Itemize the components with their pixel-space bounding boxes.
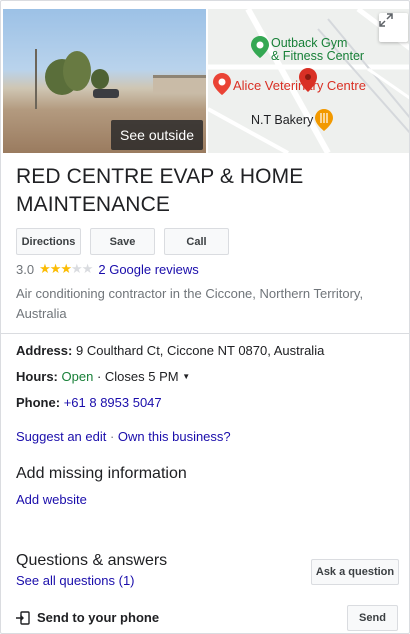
business-name: RED CENTRE EVAP & HOME MAINTENANCE: [16, 165, 304, 216]
save-button[interactable]: Save: [90, 228, 155, 255]
phone-number-link[interactable]: +61 8 8953 5047: [64, 395, 162, 410]
business-photo[interactable]: See outside: [3, 9, 206, 153]
hours-separator: ·: [93, 369, 105, 384]
action-buttons: Directions Save Call: [16, 228, 229, 255]
hours-closes[interactable]: Closes 5 PM: [105, 369, 179, 384]
suggest-edit-link[interactable]: Suggest an edit: [16, 429, 106, 444]
address-row: Address: 9 Coulthard Ct, Ciccone NT 0870…: [16, 343, 324, 358]
add-website-link[interactable]: Add website: [16, 492, 87, 507]
utility-pole: [35, 49, 37, 109]
dropdown-caret-icon[interactable]: ▼: [182, 372, 190, 381]
tree: [91, 69, 109, 89]
edit-links: Suggest an edit · Own this business?: [16, 429, 231, 444]
rating-value: 3.0: [16, 261, 35, 277]
map-thumbnail[interactable]: Outback Gym & Fitness Center Alice Veter…: [208, 9, 409, 153]
phone-label: Phone:: [16, 395, 61, 410]
hours-status: Open: [61, 369, 94, 384]
business-category: Air conditioning contractor in the Cicco…: [16, 286, 364, 321]
address-label: Address:: [16, 343, 73, 358]
hours-label: Hours:: [16, 369, 58, 384]
divider: [1, 333, 409, 334]
reviews-link[interactable]: 2 Google reviews: [98, 262, 198, 277]
header-images: See outside Outback Gym & Fitness Center: [1, 1, 409, 153]
restaurant-pin-icon[interactable]: [315, 109, 333, 131]
see-all-questions-link[interactable]: See all questions (1): [16, 573, 135, 588]
ask-question-button[interactable]: Ask a question: [311, 559, 399, 585]
send-to-phone-label: Send to your phone: [37, 610, 160, 625]
building: [153, 75, 206, 93]
send-to-phone-icon: [16, 610, 30, 625]
address-value[interactable]: 9 Coulthard Ct, Ciccone NT 0870, Austral…: [76, 343, 324, 358]
vet-pin-icon[interactable]: [213, 73, 231, 95]
send-to-phone-row: Send to your phone: [16, 610, 159, 625]
qa-heading: Questions & answers: [16, 552, 168, 569]
rating-row: 3.0 ★★★★★ 2 Google reviews: [16, 261, 199, 277]
gym-pin-icon[interactable]: [251, 36, 269, 58]
tree: [63, 51, 91, 91]
location-pin-icon[interactable]: [299, 68, 317, 92]
directions-button[interactable]: Directions: [16, 228, 81, 255]
knowledge-panel: See outside Outback Gym & Fitness Center: [0, 0, 410, 634]
star-rating-icon: ★★★★★: [39, 261, 93, 276]
gym-map-label-2: & Fitness Center: [271, 49, 365, 63]
car: [93, 89, 119, 98]
hours-row[interactable]: Hours: Open · Closes 5 PM ▼: [16, 369, 190, 384]
own-business-link[interactable]: Own this business?: [118, 429, 231, 444]
send-button[interactable]: Send: [347, 605, 398, 631]
expand-icon: [379, 13, 393, 27]
missing-info-heading: Add missing information: [16, 465, 187, 482]
see-outside-button[interactable]: See outside: [111, 120, 203, 150]
phone-row: Phone: +61 8 8953 5047: [16, 395, 162, 410]
call-button[interactable]: Call: [164, 228, 229, 255]
links-separator: ·: [106, 429, 118, 444]
expand-map-button[interactable]: [379, 13, 408, 42]
bakery-map-label[interactable]: N.T Bakery: [251, 114, 313, 127]
